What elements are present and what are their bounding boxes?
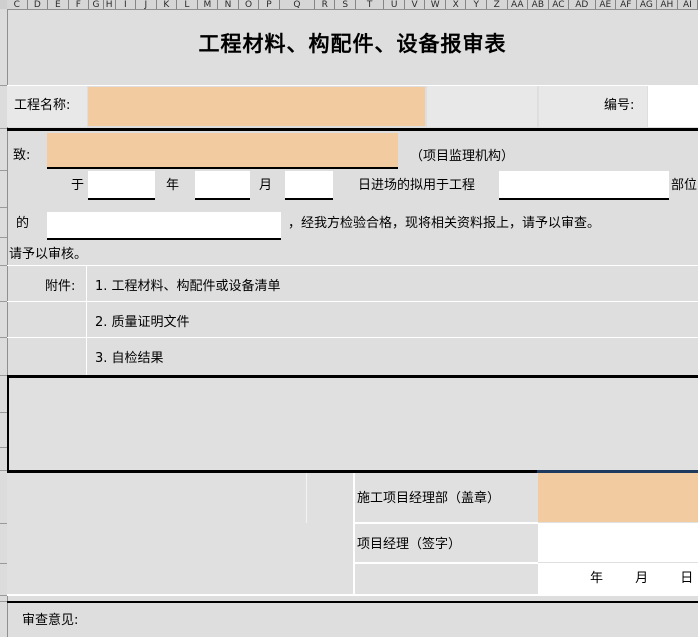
material-name-input[interactable] — [47, 212, 281, 240]
column-header[interactable]: Y — [466, 0, 487, 9]
column-header[interactable]: L — [177, 0, 198, 9]
section-divider — [7, 601, 698, 603]
spreadsheet-form-sheet: CDEFGHIJKLMNOPQRSTUVWXYZAAABACADAEAFAGAH… — [0, 0, 698, 644]
column-header[interactable]: F — [69, 0, 90, 9]
date-month-input[interactable] — [195, 171, 250, 200]
project-name-input-cell[interactable] — [88, 87, 425, 126]
sign-date-label: 年 月 日 — [590, 570, 693, 588]
gridline — [7, 337, 698, 338]
manager-sign-input-cell[interactable] — [538, 523, 698, 562]
column-header[interactable]: H — [104, 0, 116, 9]
column-header[interactable]: AD — [569, 0, 595, 9]
to-input-cell[interactable] — [47, 133, 398, 169]
column-header[interactable]: D — [28, 0, 49, 9]
blank-cell — [427, 86, 537, 127]
month-label: 月 — [259, 177, 272, 195]
dept-seal-input-cell[interactable] — [538, 473, 698, 522]
column-header[interactable]: K — [157, 0, 178, 9]
column-header[interactable]: O — [239, 0, 260, 9]
column-header[interactable]: I — [116, 0, 137, 9]
bottom-white-row — [0, 637, 698, 644]
column-header[interactable]: AB — [528, 0, 549, 9]
column-header[interactable]: T — [356, 0, 384, 9]
gridline — [7, 594, 698, 596]
column-header[interactable]: S — [335, 0, 356, 9]
yu-label: 于 — [71, 177, 84, 195]
empty-remarks-area[interactable] — [7, 378, 698, 470]
date-year-input[interactable] — [88, 171, 155, 200]
gridline — [7, 301, 698, 302]
form-title: 工程材料、构配件、设备报审表 — [7, 28, 698, 64]
column-header[interactable]: P — [259, 0, 280, 9]
attachment-item: 1. 工程材料、构配件或设备清单 — [95, 266, 685, 302]
gridline-vertical — [306, 473, 307, 523]
column-header[interactable]: E — [48, 0, 69, 9]
attachments-list: 1. 工程材料、构配件或设备清单2. 质量证明文件3. 自检结果 — [95, 266, 685, 374]
section-divider — [7, 128, 698, 131]
number-input-cell[interactable] — [648, 86, 698, 127]
de-label: 的 — [16, 215, 29, 233]
column-header[interactable]: AA — [508, 0, 529, 9]
column-header[interactable]: R — [315, 0, 336, 9]
column-header[interactable]: Q — [280, 0, 315, 9]
gridline-vertical — [353, 473, 355, 594]
column-header[interactable]: Z — [487, 0, 508, 9]
dept-seal-label: 施工项目经理部（盖章） — [357, 490, 535, 508]
column-header[interactable]: AI — [678, 0, 698, 9]
attachments-label: 附件: — [45, 278, 75, 296]
review-opinion-label: 审查意见: — [22, 612, 78, 630]
project-part-input[interactable] — [499, 171, 669, 200]
inspection-statement: ，经我方检验合格，现将相关资料报上，请予以审查。 — [288, 215, 600, 233]
project-name-label: 工程名称: — [14, 97, 70, 115]
gridline-vertical — [86, 265, 87, 375]
number-label: 编号: — [604, 97, 634, 115]
column-header[interactable]: AC — [549, 0, 570, 9]
column-header-row: CDEFGHIJKLMNOPQRSTUVWXYZAAABACADAEAFAGAH… — [7, 0, 698, 10]
column-header[interactable]: G — [89, 0, 104, 9]
attachment-item: 3. 自检结果 — [95, 338, 685, 374]
position-label: 部位 — [671, 177, 697, 195]
supervision-org-suffix: （项目监理机构） — [410, 148, 514, 166]
column-header[interactable]: U — [384, 0, 405, 9]
column-header[interactable]: AH — [657, 0, 678, 9]
column-header[interactable]: N — [218, 0, 239, 9]
day-phrase: 日进场的拟用于工程 — [358, 177, 475, 195]
column-header[interactable]: AE — [596, 0, 617, 9]
attachment-item: 2. 质量证明文件 — [95, 302, 685, 338]
column-header[interactable]: C — [7, 0, 28, 9]
gridline — [354, 522, 538, 524]
year-label: 年 — [166, 177, 179, 195]
column-header[interactable]: W — [425, 0, 446, 9]
column-header[interactable]: AF — [616, 0, 637, 9]
column-header[interactable]: M — [198, 0, 219, 9]
review-request-text: 请予以审核。 — [9, 246, 87, 264]
column-header[interactable]: J — [136, 0, 157, 9]
manager-sign-label: 项目经理（签字） — [357, 536, 535, 554]
column-header[interactable]: AG — [637, 0, 658, 9]
date-day-input[interactable] — [285, 171, 333, 200]
column-header[interactable]: V — [405, 0, 426, 9]
to-label: 致: — [13, 147, 30, 165]
column-header[interactable]: X — [446, 0, 467, 9]
gridline — [354, 562, 538, 564]
